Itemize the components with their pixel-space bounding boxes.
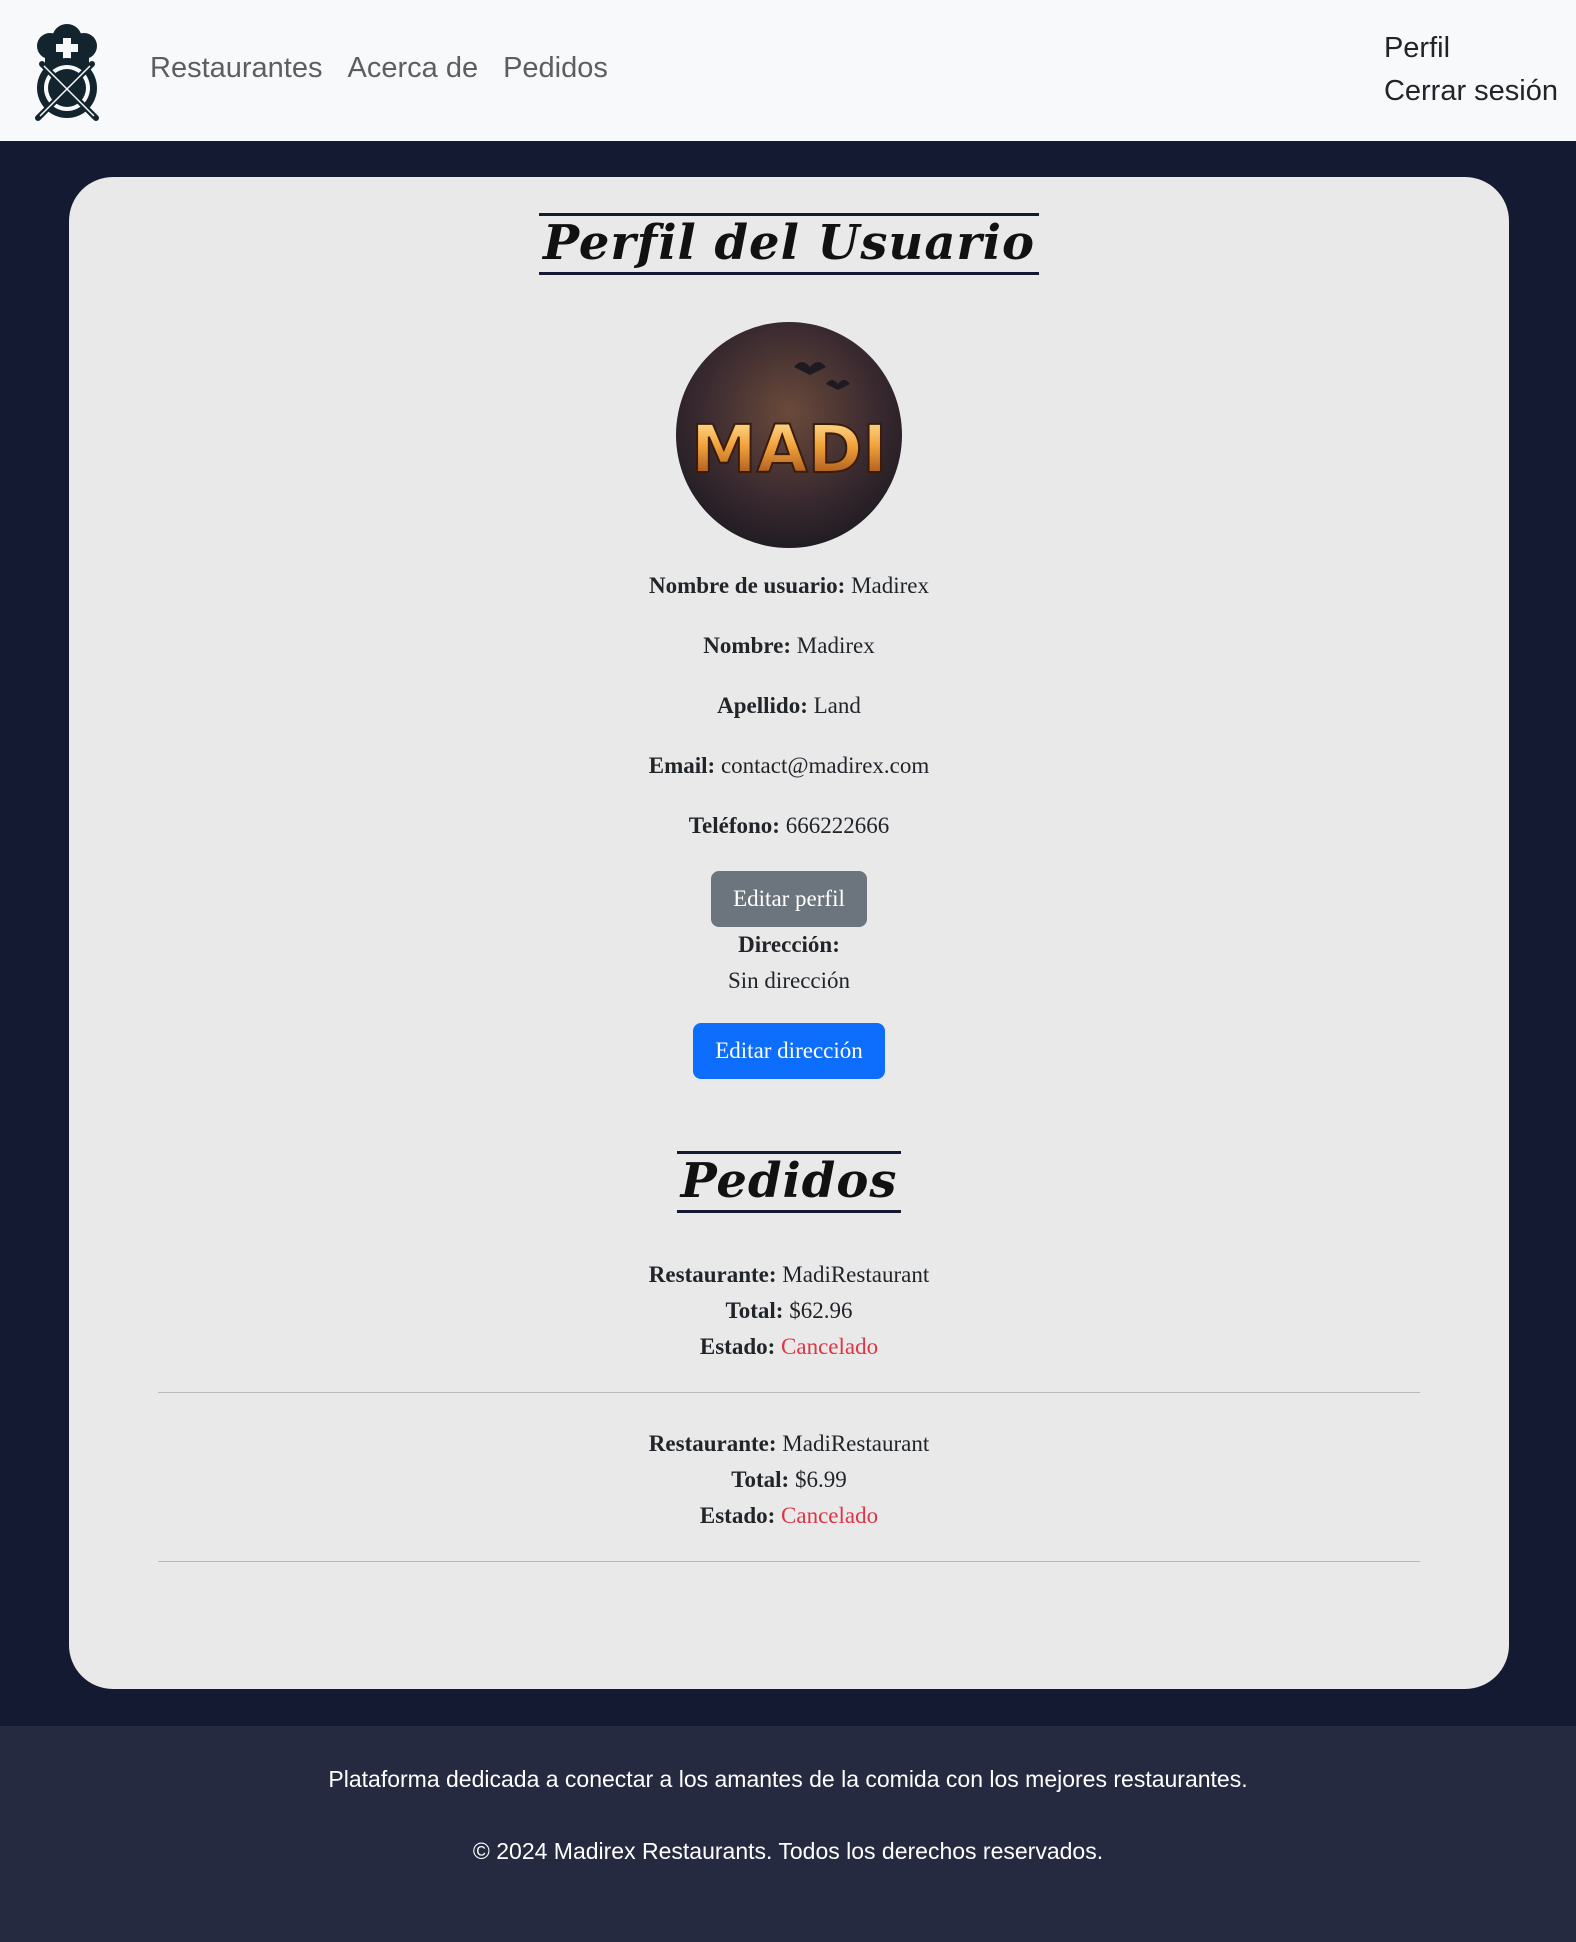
status-badge: Cancelado xyxy=(781,1503,879,1528)
orders-title: Pedidos xyxy=(676,1151,902,1213)
status-badge: Cancelado xyxy=(781,1334,879,1359)
field-username: Nombre de usuario: Madirex xyxy=(648,573,930,598)
chef-logo-icon[interactable] xyxy=(28,24,106,122)
nav-link-perfil[interactable]: Perfil xyxy=(1384,30,1558,66)
nav-link-cerrar-sesion[interactable]: Cerrar sesión xyxy=(1384,73,1558,109)
footer: Plataforma dedicada a conectar a los ama… xyxy=(0,1726,1576,1942)
field-phone: Teléfono: 666222666 xyxy=(688,813,890,838)
nav-link-acerca-de[interactable]: Acerca de xyxy=(348,52,479,85)
nav-link-restaurantes[interactable]: Restaurantes xyxy=(150,52,323,85)
field-email: Email: contact@madirex.com xyxy=(648,753,930,778)
address-label: Dirección: xyxy=(738,932,840,957)
field-lastname: Apellido: Land xyxy=(717,693,861,718)
divider xyxy=(158,1561,1420,1562)
main-nav: Restaurantes Acerca de Pedidos xyxy=(150,52,608,85)
navbar: Restaurantes Acerca de Pedidos Perfil Ce… xyxy=(0,0,1576,141)
footer-tagline: Plataforma dedicada a conectar a los ama… xyxy=(328,1766,1248,1792)
edit-address-button[interactable]: Editar dirección xyxy=(693,1023,885,1079)
avatar: MADI xyxy=(676,322,902,548)
address-value: Sin dirección xyxy=(728,968,850,993)
order-restaurant: Restaurante: MadiRestaurant xyxy=(648,1431,930,1456)
field-name: Nombre: Madirex xyxy=(703,633,875,658)
order-total: Total: $62.96 xyxy=(725,1298,853,1323)
avatar-text: MADI xyxy=(691,411,887,488)
order-status: Estado: Cancelado xyxy=(699,1334,879,1359)
order-status: Estado: Cancelado xyxy=(699,1503,879,1528)
profile-title: Perfil del Usuario xyxy=(539,213,1039,275)
profile-card: Perfil del Usuario MADI Nombre de usuari… xyxy=(69,177,1509,1689)
edit-profile-button[interactable]: Editar perfil xyxy=(711,871,867,927)
user-nav: Perfil Cerrar sesión xyxy=(1384,30,1558,109)
divider xyxy=(158,1392,1420,1393)
nav-link-pedidos[interactable]: Pedidos xyxy=(503,52,608,85)
order-restaurant: Restaurante: MadiRestaurant xyxy=(648,1262,930,1287)
footer-copyright: © 2024 Madirex Restaurants. Todos los de… xyxy=(472,1838,1104,1864)
order-total: Total: $6.99 xyxy=(731,1467,847,1492)
